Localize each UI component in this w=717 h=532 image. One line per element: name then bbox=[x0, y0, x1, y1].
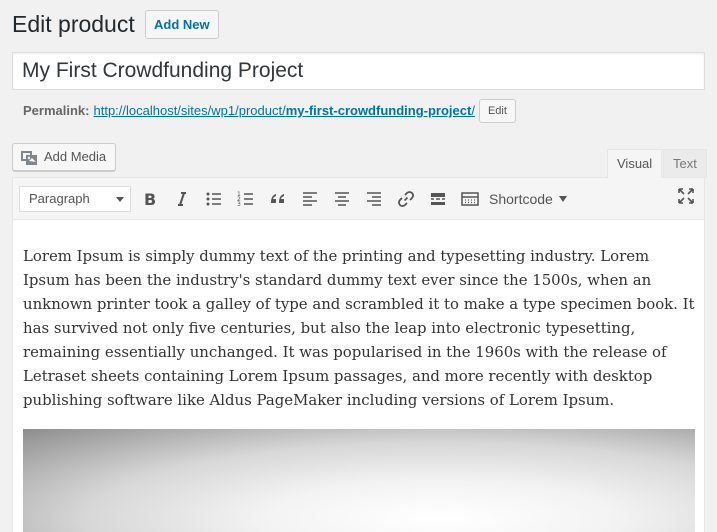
permalink-row: Permalink: http://localhost/sites/wp1/pr… bbox=[23, 99, 516, 123]
align-right-button[interactable] bbox=[361, 186, 387, 212]
align-right-icon bbox=[367, 192, 381, 206]
permalink-label: Permalink: bbox=[23, 103, 90, 118]
italic-button[interactable] bbox=[169, 186, 195, 212]
tab-text[interactable]: Text bbox=[663, 149, 707, 178]
shortcode-label: Shortcode bbox=[489, 191, 553, 207]
numbered-list-icon: 1 2 3 bbox=[237, 191, 253, 208]
permalink-url-end: / bbox=[471, 103, 475, 118]
svg-text:3: 3 bbox=[237, 201, 241, 208]
blockquote-button[interactable] bbox=[265, 186, 291, 212]
permalink-edit-button[interactable]: Edit bbox=[478, 99, 516, 123]
insert-link-button[interactable] bbox=[393, 186, 419, 212]
content-editor: Paragraph B 1 2 3 Shortcode Lorem Ipsum … bbox=[12, 177, 705, 532]
read-more-icon bbox=[431, 193, 445, 205]
post-title-input[interactable] bbox=[12, 52, 705, 90]
shortcode-dropdown[interactable]: Shortcode bbox=[489, 186, 567, 212]
align-center-button[interactable] bbox=[329, 186, 355, 212]
align-left-button[interactable] bbox=[297, 186, 323, 212]
permalink-link[interactable]: http://localhost/sites/wp1/product/my-fi… bbox=[93, 100, 474, 122]
add-media-button[interactable]: Add Media bbox=[12, 143, 117, 171]
add-new-button[interactable]: Add New bbox=[145, 10, 219, 39]
editor-content-text[interactable]: Lorem Ipsum is simply dummy text of the … bbox=[23, 244, 695, 412]
toolbar-toggle-button[interactable] bbox=[457, 186, 483, 212]
format-select[interactable]: Paragraph bbox=[19, 186, 131, 212]
add-media-icon bbox=[20, 149, 38, 165]
tab-visual[interactable]: Visual bbox=[607, 149, 663, 178]
align-left-icon bbox=[303, 192, 317, 206]
bold-icon: B bbox=[144, 190, 156, 209]
toolbar-toggle-icon bbox=[461, 192, 479, 206]
bulleted-list-button[interactable] bbox=[201, 186, 227, 212]
permalink-url-base: http://localhost/sites/wp1/product/ bbox=[93, 103, 286, 118]
fullscreen-icon bbox=[678, 188, 694, 204]
fullscreen-button[interactable] bbox=[673, 183, 699, 209]
caret-down-icon bbox=[558, 196, 567, 202]
blockquote-icon bbox=[271, 194, 284, 203]
italic-icon bbox=[178, 192, 186, 206]
add-media-label: Add Media bbox=[44, 149, 107, 164]
content-image bbox=[23, 429, 695, 532]
chevron-down-icon bbox=[116, 197, 124, 202]
permalink-url-slug: my-first-crowdfunding-project bbox=[285, 103, 472, 118]
svg-text:B: B bbox=[144, 190, 156, 209]
format-select-value: Paragraph bbox=[29, 191, 90, 206]
bulleted-list-icon bbox=[206, 192, 221, 206]
link-icon bbox=[398, 191, 414, 207]
page-title: Edit product bbox=[12, 11, 135, 37]
read-more-button[interactable] bbox=[425, 186, 451, 212]
numbered-list-button[interactable]: 1 2 3 bbox=[233, 186, 259, 212]
editor-toolbar: Paragraph B 1 2 3 Shortcode bbox=[13, 178, 704, 220]
align-center-icon bbox=[335, 192, 349, 206]
bold-button[interactable]: B bbox=[137, 186, 163, 212]
